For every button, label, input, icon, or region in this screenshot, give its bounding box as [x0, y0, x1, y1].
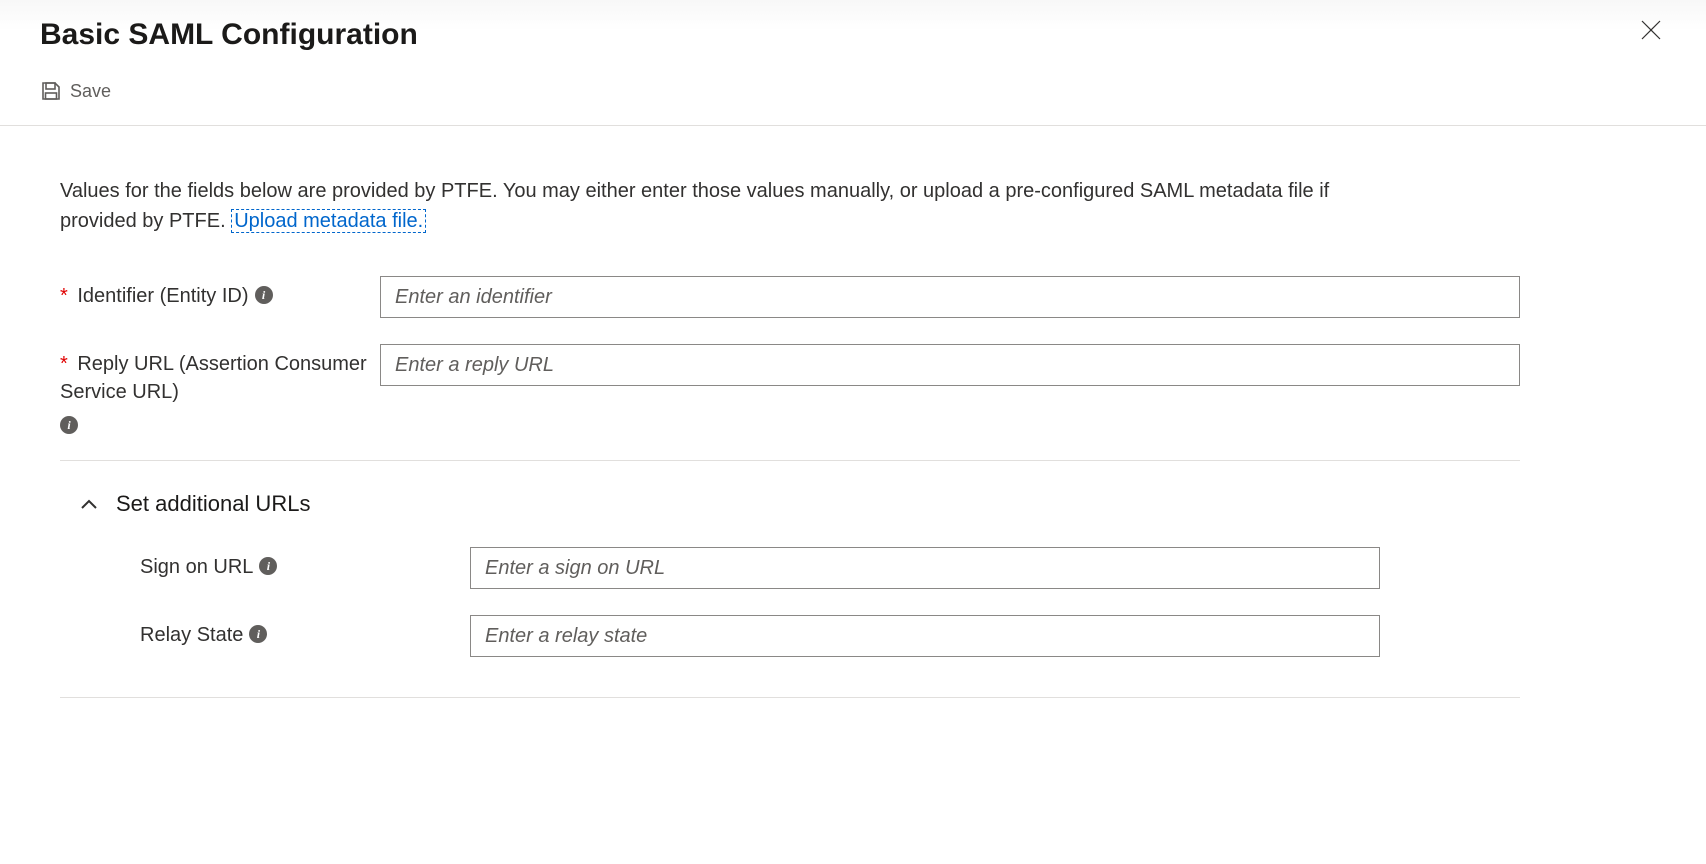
identifier-label-text: Identifier (Entity ID)	[77, 285, 248, 307]
additional-urls-toggle[interactable]: Set additional URLs	[60, 481, 1646, 547]
identifier-row: * Identifier (Entity ID) i	[60, 276, 1646, 318]
relay-state-label-text: Relay State	[140, 621, 243, 649]
relay-state-label: Relay State i	[140, 615, 470, 649]
sign-on-url-row: Sign on URL i	[140, 547, 1646, 589]
identifier-label: * Identifier (Entity ID) i	[60, 276, 380, 310]
panel-header: Basic SAML Configuration	[0, 0, 1706, 62]
upload-metadata-link[interactable]: Upload metadata file.	[231, 209, 426, 233]
identifier-input[interactable]	[380, 276, 1520, 318]
info-icon[interactable]: i	[259, 557, 277, 575]
content-area: Values for the fields below are provided…	[0, 126, 1706, 718]
required-marker: *	[60, 285, 68, 307]
toolbar: Save	[0, 62, 1706, 126]
reply-url-label-text: Reply URL (Assertion Consumer Service UR…	[60, 353, 367, 403]
bottom-scrim	[0, 804, 1706, 864]
info-icon[interactable]: i	[60, 416, 78, 434]
relay-state-row: Relay State i	[140, 615, 1646, 657]
reply-url-input[interactable]	[380, 344, 1520, 386]
info-icon[interactable]: i	[255, 286, 273, 304]
reply-url-label: * Reply URL (Assertion Consumer Service …	[60, 344, 380, 430]
save-button[interactable]: Save	[40, 80, 111, 102]
chevron-up-icon	[80, 498, 98, 510]
save-button-label: Save	[70, 81, 111, 102]
bottom-divider	[60, 697, 1520, 698]
sign-on-url-label: Sign on URL i	[140, 547, 470, 581]
additional-urls-title: Set additional URLs	[116, 491, 310, 517]
info-icon[interactable]: i	[249, 625, 267, 643]
sign-on-url-input[interactable]	[470, 547, 1380, 589]
section-divider	[60, 460, 1520, 461]
reply-url-row: * Reply URL (Assertion Consumer Service …	[60, 344, 1646, 430]
relay-state-input[interactable]	[470, 615, 1380, 657]
required-marker: *	[60, 353, 68, 375]
sign-on-url-label-text: Sign on URL	[140, 553, 253, 581]
save-icon	[40, 80, 62, 102]
additional-urls-fields: Sign on URL i Relay State i	[60, 547, 1646, 657]
description-text: Values for the fields below are provided…	[60, 176, 1360, 236]
page-title: Basic SAML Configuration	[40, 18, 418, 52]
close-icon[interactable]	[1636, 18, 1666, 46]
